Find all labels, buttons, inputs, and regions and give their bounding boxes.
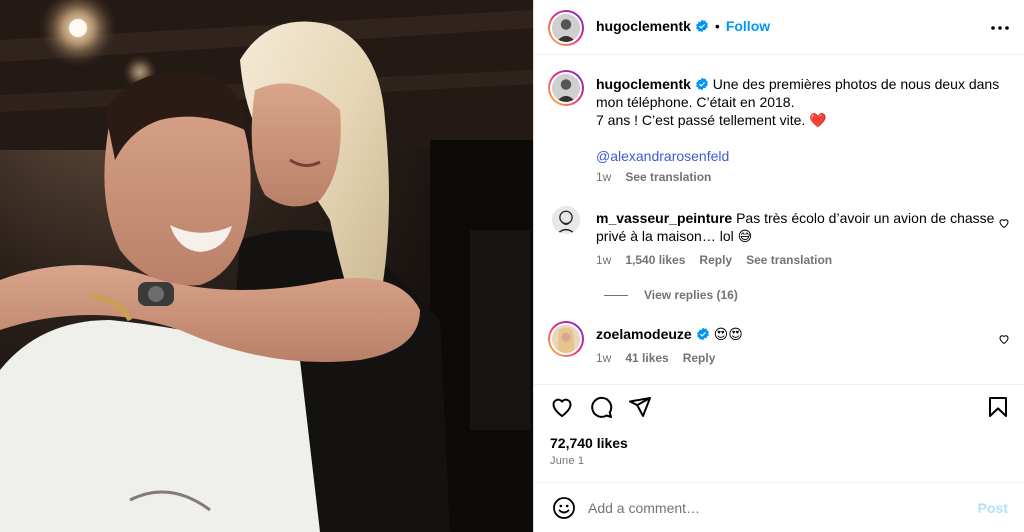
caption-line-2: mon téléphone. C’était en 2018. <box>596 94 795 110</box>
comment-username[interactable]: zoelamodeuze <box>596 326 692 342</box>
verified-badge-icon <box>696 327 709 341</box>
post-comment-button[interactable]: Post <box>978 500 1008 516</box>
post-photo[interactable] <box>0 0 533 532</box>
comment-time: 1w <box>596 253 612 267</box>
heart-icon[interactable] <box>550 395 574 419</box>
emoji-icon[interactable] <box>552 496 576 520</box>
post-header: hugoclementk • Follow <box>534 0 1024 55</box>
comment-text-line-2: privé à la maison… lol 😅 <box>596 228 753 244</box>
mention-link[interactable]: @alexandrarosenfeld <box>596 148 729 164</box>
comment-input[interactable] <box>588 497 968 519</box>
caption-line-1: Une des premières photos de nous deux da… <box>712 76 1000 92</box>
comment-icon[interactable] <box>589 395 613 419</box>
post-photo-illustration <box>0 0 533 532</box>
header-separator: • <box>714 18 720 34</box>
see-translation-link[interactable]: See translation <box>746 253 832 267</box>
post-date[interactable]: June 1 <box>550 455 584 467</box>
comment-likes[interactable]: 1,540 likes <box>625 253 685 267</box>
comment-meta: 1w 41 likes Reply <box>596 351 729 365</box>
comment-time: 1w <box>596 351 612 365</box>
reply-button[interactable]: Reply <box>683 351 716 365</box>
comment-like-heart-icon[interactable] <box>998 333 1010 345</box>
view-replies-label: View replies (16) <box>644 288 738 302</box>
comment-text: 😍😍 <box>713 326 743 342</box>
more-horizontal-icon[interactable] <box>988 16 1012 40</box>
caption-time: 1w <box>596 170 612 184</box>
caption-line-3: 7 ans ! C’est passé tellement vite. <box>596 112 806 128</box>
bookmark-icon[interactable] <box>986 395 1010 419</box>
verified-badge-icon <box>696 19 708 33</box>
comment-likes[interactable]: 41 likes <box>625 351 668 365</box>
replies-divider <box>604 295 628 297</box>
commenter-avatar[interactable] <box>552 206 580 234</box>
see-translation-link[interactable]: See translation <box>625 170 711 184</box>
likes-count[interactable]: 72,740 likes <box>550 435 628 451</box>
comment-like-heart-icon[interactable] <box>998 217 1010 229</box>
paper-plane-icon[interactable] <box>628 395 652 419</box>
comment-composer: Post <box>534 482 1024 532</box>
heart-emoji: ❤️ <box>809 112 827 128</box>
verified-badge-icon <box>696 77 708 91</box>
comment-text-line-1: Pas très écolo d’avoir un avion de chass… <box>736 210 995 226</box>
comment-username[interactable]: m_vasseur_peinture <box>596 210 732 226</box>
view-replies-button[interactable]: View replies (16) <box>604 288 738 302</box>
author-username[interactable]: hugoclementk <box>596 18 691 34</box>
comment-meta: 1w 1,540 likes Reply See translation <box>596 253 846 267</box>
commenter-avatar[interactable] <box>548 321 584 357</box>
post-side-panel: hugoclementk • Follow hugoclementk Une des… <box>533 0 1024 532</box>
caption-meta: 1w See translation <box>596 170 725 184</box>
follow-button[interactable]: Follow <box>726 18 770 34</box>
caption-author-avatar[interactable] <box>548 70 584 106</box>
caption-username[interactable]: hugoclementk <box>596 76 691 92</box>
author-avatar[interactable] <box>548 10 584 46</box>
reply-button[interactable]: Reply <box>699 253 732 267</box>
